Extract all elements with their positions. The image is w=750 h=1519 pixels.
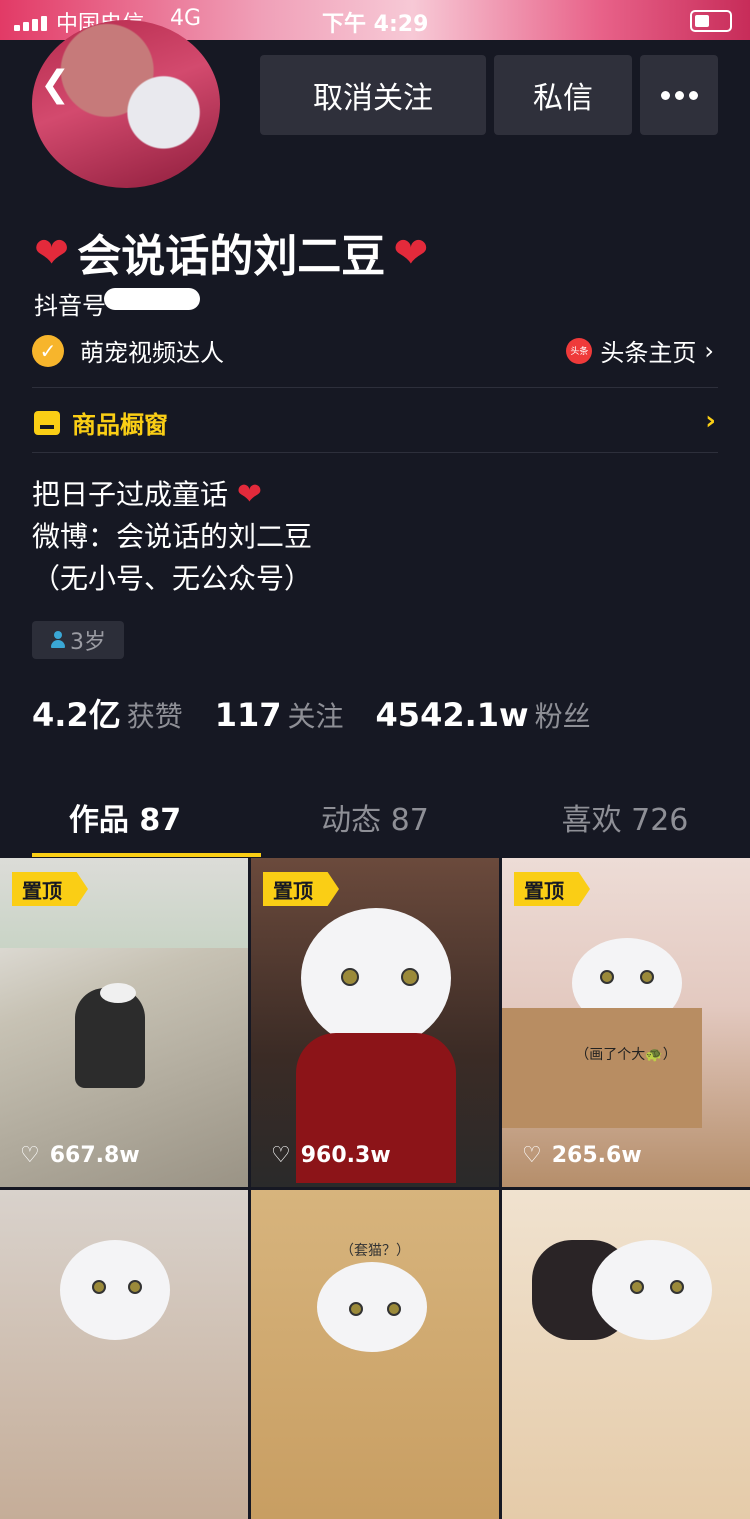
stat-value: 4542.1w [375,696,529,734]
stat-label: 获赞 [126,700,183,733]
shop-label: 商品橱窗 [72,411,168,439]
pinned-badge: 置顶 [263,872,339,906]
stat-followers[interactable]: 4542.1w 粉丝 [376,695,591,735]
divider [32,387,718,388]
stat-label: 关注 [287,700,344,733]
message-button[interactable]: 私信 [494,55,632,135]
video-thumbnail[interactable]: 置顶 ♡ 667.8w [0,858,248,1187]
heart-icon: ❤ [236,477,263,512]
like-count: ♡ 265.6w [522,1143,642,1168]
toutiao-label: 头条主页 [600,339,697,367]
redacted-id [104,288,200,310]
battery-icon [690,10,732,32]
shop-icon [34,410,60,435]
heart-icon: ❤ [393,227,429,277]
pinned-badge: 置顶 [514,872,590,906]
toutiao-link[interactable]: 头条 头条主页 › [566,333,714,368]
video-thumbnail[interactable]: 置顶 ♡ 960.3w [251,858,499,1187]
video-caption: （套猫？） [340,1243,410,1259]
heart-outline-icon: ♡ [522,1143,542,1168]
stat-value: 4.2亿 [32,696,121,734]
bio-line: 把日子过成童话 [32,478,229,511]
stat-label: 粉丝 [534,700,591,733]
stat-value: 117 [214,696,282,734]
shop-window-link[interactable]: 商品橱窗 [34,405,168,440]
tab-underline [32,853,261,857]
bio-line: 微博：会说话的刘二豆 [32,520,313,553]
like-count-value: 265.6w [551,1143,642,1168]
heart-outline-icon: ♡ [20,1143,40,1168]
person-icon [50,631,66,649]
tab-moments[interactable]: 动态 87 [250,795,500,857]
like-count: ♡ 960.3w [271,1143,391,1168]
profile-name: ❤ 会说话的刘二豆 ❤ [34,220,428,284]
douyin-id-label: 抖音号 [34,292,106,320]
network-label: 4G [170,6,202,31]
chevron-right-icon: › [704,336,714,365]
divider [32,452,718,453]
profile-name-text: 会说话的刘二豆 [77,231,386,282]
verified-row: ✓ 萌宠视频达人 [32,333,224,368]
tab-likes[interactable]: 喜欢 726 [500,795,750,857]
tab-works[interactable]: 作品 87 [0,795,250,857]
more-button[interactable] [640,55,718,135]
toutiao-icon: 头条 [566,337,593,364]
profile-tabs: 作品 87 动态 87 喜欢 726 [0,795,750,857]
more-icon [660,90,698,100]
age-badge: 3岁 [32,621,124,659]
signal-icon [14,12,50,31]
like-count-value: 960.3w [300,1143,391,1168]
bio: 把日子过成童话 ❤ 微博：会说话的刘二豆 （无小号、无公众号） [32,474,312,600]
video-caption: （画了个大🐢） [575,1047,677,1063]
stats-row: 4.2亿 获赞 117 关注 4542.1w 粉丝 [32,690,591,736]
video-thumbnail[interactable] [0,1190,248,1519]
chevron-right-icon[interactable]: › [705,406,716,436]
clock: 下午 4:29 [322,12,429,37]
pinned-badge: 置顶 [12,872,88,906]
heart-icon: ❤ [34,227,70,277]
age-label: 3岁 [70,630,106,655]
like-count: ♡ 667.8w [20,1143,140,1168]
like-count-value: 667.8w [49,1143,140,1168]
video-thumbnail[interactable] [502,1190,750,1519]
video-thumbnail[interactable]: （画了个大🐢） 置顶 ♡ 265.6w [502,858,750,1187]
unfollow-button[interactable]: 取消关注 [260,55,486,135]
heart-outline-icon: ♡ [271,1143,291,1168]
back-chevron-icon[interactable]: ❮ [40,64,70,105]
stat-likes[interactable]: 4.2亿 获赞 [32,690,183,736]
video-thumbnail[interactable]: （套猫？） [251,1190,499,1519]
bio-line: （无小号、无公众号） [32,562,313,595]
verified-label: 萌宠视频达人 [80,339,224,367]
verified-check-icon: ✓ [32,334,64,367]
stat-following[interactable]: 117 关注 [215,695,344,735]
